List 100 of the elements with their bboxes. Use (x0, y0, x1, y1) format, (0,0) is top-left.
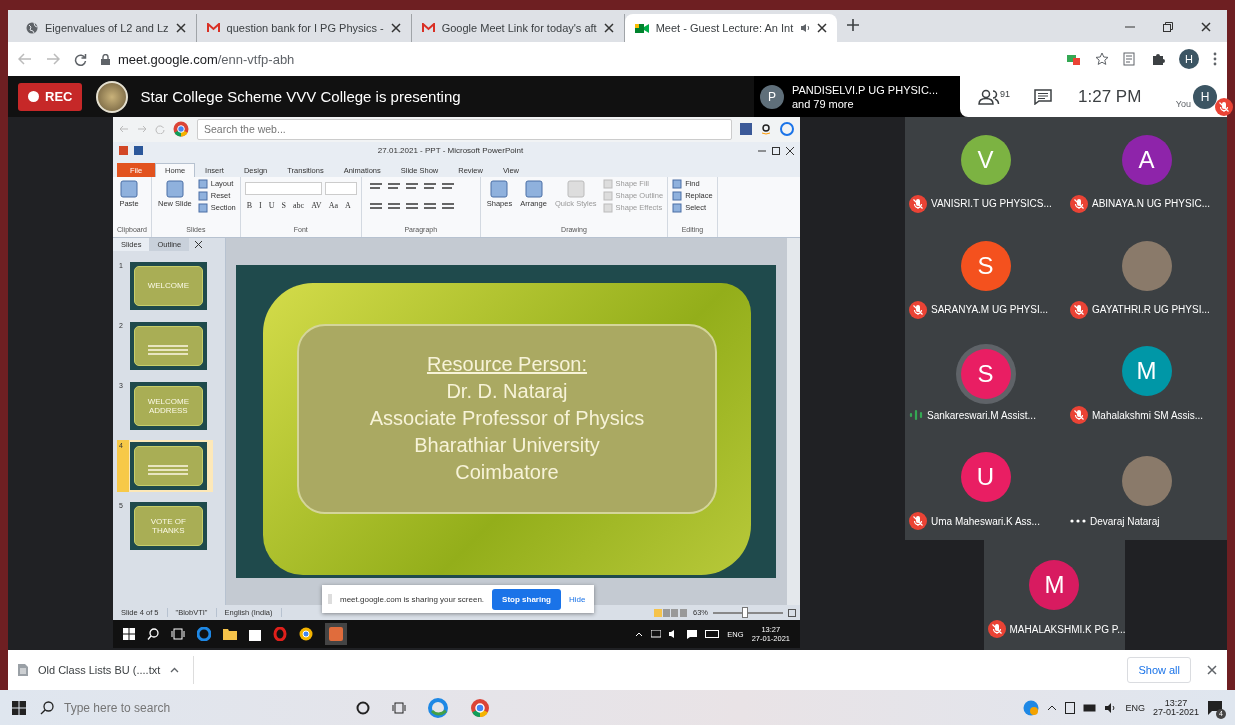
stop-sharing-button[interactable]: Stop sharing (492, 588, 561, 610)
thumbnail-title: WELCOME (147, 281, 189, 291)
avatar-circle: M (1121, 346, 1172, 397)
close-window-icon[interactable] (1201, 22, 1211, 32)
folder-icon[interactable] (223, 628, 237, 641)
chrome-icon[interactable] (299, 627, 313, 642)
zoom-thumb[interactable] (741, 607, 748, 619)
address-url[interactable]: meet.google.com/enn-vtfp-abh (118, 51, 295, 67)
participant-name: MAHALAKSHMI.K PG P... (1009, 623, 1126, 635)
avatar-circle: A (1121, 134, 1172, 185)
browser-tab[interactable]: Meet - Guest Lecture: An Int (624, 14, 838, 42)
people-icon[interactable] (978, 88, 1000, 105)
edge-icon[interactable] (428, 697, 448, 718)
font-format-button[interactable]: A (343, 200, 353, 210)
participant-name: SARANYA.M UG PHYSI... (931, 304, 1049, 316)
people-count: 91 (1000, 88, 1010, 99)
presenter-pill[interactable]: P PANDISELVI.P UG PHYSIC... and 79 more (753, 76, 960, 117)
ribbon-large-icon (565, 178, 586, 199)
font-format-button[interactable]: S (279, 200, 288, 210)
college-logo (96, 80, 129, 113)
mic-off-icon (909, 512, 927, 531)
camera-blocked-icon[interactable] (1067, 53, 1081, 65)
close-tab-icon[interactable] (175, 23, 186, 33)
participant-name: VANISRI.T UG PHYSICS... (931, 198, 1052, 210)
chat-icon[interactable] (1034, 88, 1052, 105)
font-format-button[interactable]: U (266, 200, 277, 210)
search-icon[interactable] (147, 628, 159, 641)
powerpoint-icon[interactable] (329, 627, 343, 642)
hide-link[interactable]: Hide (568, 594, 586, 604)
font-format-button[interactable]: AV (309, 200, 324, 210)
thumbnail-title: VOTE OF THANKS (149, 516, 187, 535)
ribbon-icon (602, 178, 613, 189)
close-tab-icon[interactable] (603, 23, 614, 33)
profile-avatar[interactable]: H (1179, 49, 1199, 69)
store-icon[interactable] (249, 627, 261, 642)
font-format-button[interactable]: B (244, 200, 255, 210)
meeting-time: 1:27 PM (1078, 86, 1142, 107)
close-tab-icon[interactable] (390, 23, 401, 33)
close-tab-icon[interactable] (817, 23, 828, 33)
close-icon[interactable] (1207, 665, 1217, 675)
network-icon[interactable] (651, 630, 662, 639)
chevron-up-icon[interactable] (170, 667, 180, 673)
edge-icon[interactable] (197, 627, 211, 642)
notification-icon[interactable] (1207, 699, 1223, 716)
show-all-button[interactable]: Show all (1127, 657, 1191, 683)
reload-icon[interactable] (74, 52, 87, 66)
cortana-icon[interactable] (356, 700, 370, 715)
restore-icon[interactable] (772, 146, 780, 155)
notification-icon[interactable] (687, 629, 698, 639)
powerpoint-icon (119, 146, 128, 156)
participant-name: Sankareswari.M Assist... (927, 409, 1036, 421)
avatar-circle: M (1029, 560, 1080, 610)
taskbar-search-field[interactable]: Type here to search (58, 689, 316, 725)
new-tab-icon[interactable] (847, 19, 860, 31)
rec-button[interactable]: REC (18, 82, 83, 111)
windows-icon[interactable] (123, 628, 135, 641)
mic-off-icon (1070, 406, 1088, 425)
lock-icon (101, 53, 110, 65)
avatar-circle: V (960, 134, 1011, 185)
keyboard-icon[interactable] (705, 630, 720, 639)
font-format-button[interactable]: I (257, 200, 264, 210)
help-icon[interactable] (1023, 699, 1040, 716)
speaker-icon[interactable] (1105, 702, 1118, 713)
opera-icon[interactable] (273, 627, 287, 642)
scrollbar[interactable] (787, 237, 800, 606)
participant-name: Mahalakshmi SM Assis... (1092, 409, 1204, 421)
self-label: You (1175, 98, 1191, 109)
puzzle-icon[interactable] (1151, 52, 1165, 66)
caret-up-icon[interactable] (1047, 704, 1058, 711)
slide-text: Dr. D. Nataraj (446, 379, 568, 405)
star-icon[interactable] (1095, 52, 1109, 66)
ribbon-icon (672, 202, 683, 213)
menu-icon[interactable] (1213, 52, 1217, 66)
participant-name: GAYATHRI.R UG PHYSI... (1092, 304, 1210, 316)
audio-level-icon (909, 409, 923, 422)
download-file-name[interactable]: Old Class Lists BU (....txt (38, 664, 161, 676)
participant-name: ABINAYA.N UG PHYSIC... (1092, 198, 1210, 210)
windows-icon[interactable] (12, 700, 26, 715)
fit-icon[interactable] (788, 608, 796, 617)
close-icon[interactable] (786, 146, 794, 155)
language-indicator[interactable]: ENG (1125, 702, 1145, 713)
circle-logo-icon[interactable] (780, 122, 794, 137)
close-pane-icon[interactable] (195, 241, 203, 249)
task-view-icon[interactable] (171, 628, 185, 641)
font-format-button[interactable]: Aa (326, 200, 340, 210)
ribbon-icon (602, 190, 613, 201)
mail-icon (206, 23, 220, 33)
font-format-button[interactable]: abc (291, 200, 307, 210)
share-message: meet.google.com is sharing your screen. (340, 594, 485, 604)
ribbon-icon (197, 202, 208, 213)
tablet-icon[interactable] (1065, 701, 1076, 714)
battery-icon[interactable] (1083, 703, 1098, 712)
mic-off-icon (909, 194, 927, 213)
save-icon[interactable] (134, 146, 143, 156)
presenter-avatar: P (759, 84, 784, 109)
ribbon-large-icon (489, 178, 510, 199)
search-field[interactable]: Search the web... (197, 118, 732, 140)
slide-text: Associate Professor of Physics (369, 406, 645, 432)
restore-icon[interactable] (1163, 22, 1173, 32)
mail-icon (421, 23, 435, 33)
